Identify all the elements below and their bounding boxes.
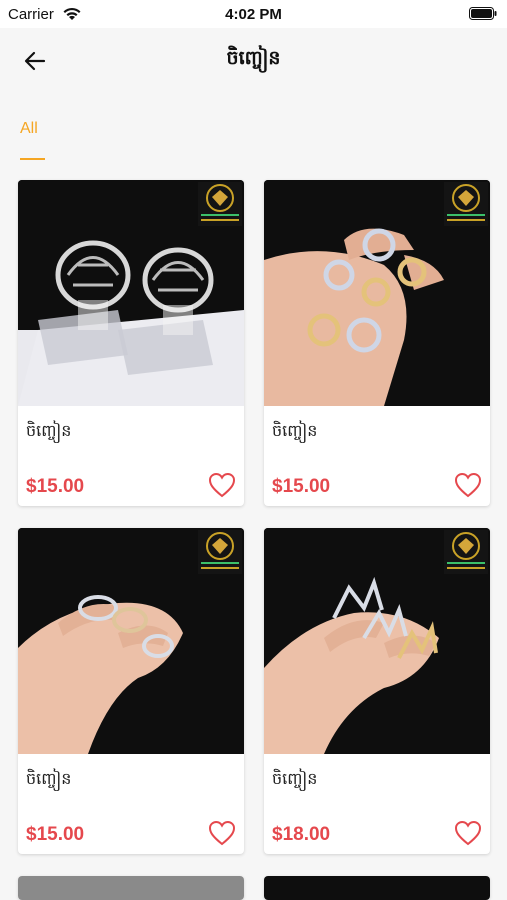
- heart-icon[interactable]: [454, 820, 482, 846]
- product-image: [264, 180, 490, 406]
- product-card[interactable]: ចិញ្ចៀន $18.00: [264, 528, 490, 854]
- status-time: 4:02 PM: [225, 6, 282, 23]
- product-image: [18, 528, 244, 754]
- product-name: ចិញ្ចៀន: [272, 769, 318, 788]
- product-image: [18, 876, 244, 900]
- heart-icon[interactable]: [208, 472, 236, 498]
- shop-logo-icon: [198, 182, 242, 226]
- category-tabs: All: [0, 110, 507, 166]
- product-image: [18, 180, 244, 406]
- tab-all[interactable]: All: [20, 120, 38, 138]
- product-image: [264, 528, 490, 754]
- product-card-partial[interactable]: [264, 876, 490, 900]
- product-name: ចិញ្ចៀន: [26, 769, 72, 788]
- tab-active-indicator: [20, 158, 45, 160]
- product-card[interactable]: ចិញ្ចៀន $15.00: [18, 180, 244, 506]
- app-header: ចិញ្ចៀន: [0, 28, 507, 98]
- product-card[interactable]: ចិញ្ចៀន $15.00: [264, 180, 490, 506]
- shop-logo-icon: [444, 182, 488, 226]
- product-price: $15.00: [26, 824, 85, 845]
- product-name: ចិញ្ចៀន: [26, 421, 72, 440]
- product-card[interactable]: ចិញ្ចៀន $15.00: [18, 528, 244, 854]
- product-price: $15.00: [272, 476, 331, 497]
- page-title: ចិញ្ចៀន: [226, 47, 281, 69]
- product-image: [264, 876, 490, 900]
- product-price: $18.00: [272, 824, 331, 845]
- heart-icon[interactable]: [208, 820, 236, 846]
- product-name: ចិញ្ចៀន: [272, 421, 318, 440]
- battery-icon: [469, 7, 497, 20]
- shop-logo-icon: [444, 530, 488, 574]
- product-card-partial[interactable]: [18, 876, 244, 900]
- heart-icon[interactable]: [454, 472, 482, 498]
- product-price: $15.00: [26, 476, 85, 497]
- shop-logo-icon: [198, 530, 242, 574]
- status-bar: Carrier 4:02 PM: [0, 0, 507, 28]
